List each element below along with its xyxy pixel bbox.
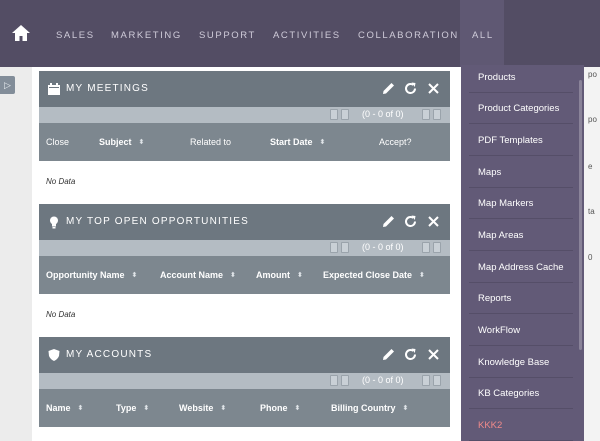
- home-icon[interactable]: [10, 22, 32, 44]
- prev-page-button[interactable]: [341, 375, 349, 386]
- top-navbar: SALES MARKETING SUPPORT ACTIVITIES COLLA…: [0, 0, 600, 67]
- dashlet-header: MY ACCOUNTS: [39, 337, 450, 373]
- refresh-icon[interactable]: [402, 80, 419, 97]
- column-header[interactable]: Subject ⬍: [99, 137, 144, 147]
- edit-pencil-icon[interactable]: [380, 80, 397, 97]
- next-page-button[interactable]: [422, 375, 430, 386]
- menu-item-knowledge-base[interactable]: Knowledge Base: [469, 350, 573, 378]
- background-fragment: po: [588, 70, 597, 79]
- first-page-button[interactable]: [330, 109, 338, 120]
- column-header: Related to: [190, 137, 232, 147]
- no-data-text: No Data: [46, 310, 76, 319]
- column-header[interactable]: Type ⬍: [116, 403, 149, 413]
- column-header[interactable]: Opportunity Name ⬍: [46, 270, 137, 280]
- nav-all[interactable]: ALL: [460, 0, 504, 67]
- menu-item-product-categories[interactable]: Product Categories: [469, 96, 573, 124]
- menu-item-pdf-templates[interactable]: PDF Templates: [469, 128, 573, 156]
- menu-item-map-markers[interactable]: Map Markers: [469, 191, 573, 219]
- menu-item-map-address-cache[interactable]: Map Address Cache: [469, 255, 573, 283]
- next-page-button[interactable]: [422, 242, 430, 253]
- refresh-icon[interactable]: [402, 213, 419, 230]
- background-fragment: e: [588, 162, 593, 171]
- column-header[interactable]: Name ⬍: [46, 403, 83, 413]
- last-page-button[interactable]: [433, 109, 441, 120]
- edit-pencil-icon[interactable]: [380, 213, 397, 230]
- column-header-row: Name ⬍ Type ⬍ Website ⬍ Phone ⬍ Billing Coun…: [39, 389, 450, 427]
- close-icon[interactable]: [425, 346, 442, 363]
- close-icon[interactable]: [425, 213, 442, 230]
- dashlet-my-top-open-opportunities: MY TOP OPEN OPPORTUNITIES (0 - 0 of 0) O…: [39, 204, 450, 334]
- column-header: Close: [46, 137, 70, 147]
- calendar-icon: [48, 83, 60, 95]
- column-header[interactable]: Website ⬍: [179, 403, 226, 413]
- column-header[interactable]: Expected Close Date ⬍: [323, 270, 425, 280]
- background-fragment: 0: [588, 253, 593, 262]
- menu-item-kkk2[interactable]: KKK2: [469, 413, 573, 441]
- dashlet-header: MY MEETINGS: [39, 71, 450, 107]
- column-header[interactable]: Billing Country ⬍: [331, 403, 408, 413]
- last-page-button[interactable]: [433, 242, 441, 253]
- pagination-bar: (0 - 0 of 0): [39, 240, 450, 256]
- pagination-bar: (0 - 0 of 0): [39, 107, 450, 123]
- dashlet-title: MY TOP OPEN OPPORTUNITIES: [66, 216, 250, 227]
- shield-icon: [48, 349, 60, 361]
- nav-marketing[interactable]: MARKETING: [111, 30, 182, 41]
- pagination-text: (0 - 0 of 0): [362, 242, 404, 252]
- menu-item-reports[interactable]: Reports: [469, 286, 573, 314]
- column-header-row: Close Subject ⬍ Related to Start Date ⬍ Ac…: [39, 123, 450, 161]
- close-icon[interactable]: [425, 80, 442, 97]
- menu-item-products[interactable]: Products: [469, 65, 573, 93]
- first-page-button[interactable]: [330, 375, 338, 386]
- column-header[interactable]: Amount ⬍: [256, 270, 303, 280]
- prev-page-button[interactable]: [341, 242, 349, 253]
- column-header-row: Opportunity Name ⬍ Account Name ⬍ Amount ⬍ …: [39, 256, 450, 294]
- nav-all-label: ALL: [472, 30, 494, 41]
- left-sidebar: [0, 67, 32, 441]
- all-modules-dropdown: Products Product Categories PDF Template…: [461, 65, 584, 441]
- prev-page-button[interactable]: [341, 109, 349, 120]
- nav-support[interactable]: SUPPORT: [199, 30, 256, 41]
- menu-item-maps[interactable]: Maps: [469, 160, 573, 188]
- edit-pencil-icon[interactable]: [380, 346, 397, 363]
- menu-item-workflow[interactable]: WorkFlow: [469, 318, 573, 346]
- dashlet-title: MY ACCOUNTS: [66, 349, 153, 360]
- last-page-button[interactable]: [433, 375, 441, 386]
- no-data-text: No Data: [46, 177, 76, 186]
- dashlet-header: MY TOP OPEN OPPORTUNITIES: [39, 204, 450, 240]
- background-fragment: ta: [588, 207, 595, 216]
- first-page-button[interactable]: [330, 242, 338, 253]
- background-fragment: po: [588, 115, 597, 124]
- nav-activities[interactable]: ACTIVITIES: [273, 30, 341, 41]
- nav-collaboration[interactable]: COLLABORATION: [358, 30, 459, 41]
- dashlet-my-meetings: MY MEETINGS (0 - 0 of 0) Close Subject ⬍ …: [39, 71, 450, 201]
- menu-item-map-areas[interactable]: Map Areas: [469, 223, 573, 251]
- lightbulb-icon: [50, 216, 58, 229]
- column-header: Accept?: [379, 137, 412, 147]
- dashlet-my-accounts: MY ACCOUNTS (0 - 0 of 0) Name ⬍ Type ⬍ Web…: [39, 337, 450, 441]
- dashlet-title: MY MEETINGS: [66, 83, 150, 94]
- column-header[interactable]: Start Date ⬍: [270, 137, 325, 147]
- column-header[interactable]: Phone ⬍: [260, 403, 300, 413]
- pagination-text: (0 - 0 of 0): [362, 375, 404, 385]
- pagination-bar: (0 - 0 of 0): [39, 373, 450, 389]
- menu-item-kb-categories[interactable]: KB Categories: [469, 381, 573, 409]
- pagination-text: (0 - 0 of 0): [362, 109, 404, 119]
- nav-sales[interactable]: SALES: [56, 30, 95, 41]
- column-header[interactable]: Account Name ⬍: [160, 270, 236, 280]
- next-page-button[interactable]: [422, 109, 430, 120]
- refresh-icon[interactable]: [402, 346, 419, 363]
- sidebar-toggle-button[interactable]: ▷: [0, 76, 15, 94]
- dropdown-scrollbar[interactable]: [579, 80, 582, 350]
